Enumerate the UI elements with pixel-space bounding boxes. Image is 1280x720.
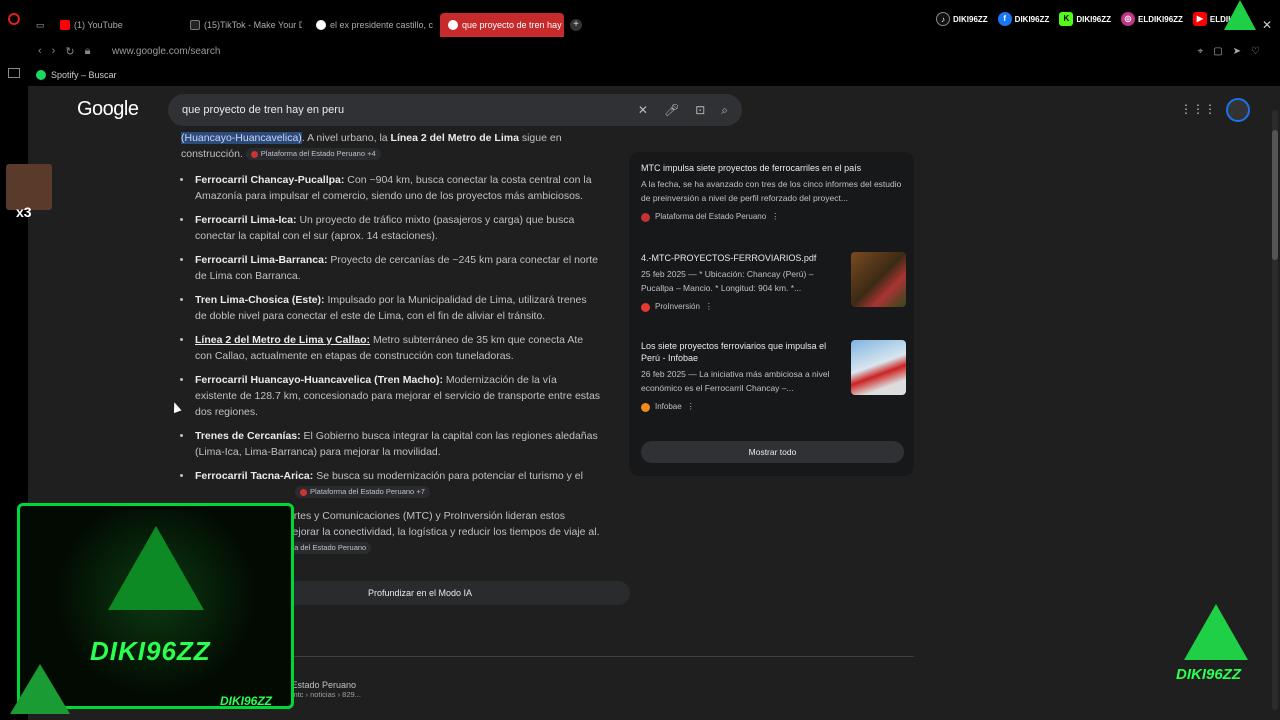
- microphone-icon[interactable]: 🎤︎: [664, 103, 679, 118]
- reload-icon[interactable]: ↻: [65, 45, 74, 58]
- opera-logo-icon[interactable]: [8, 13, 20, 25]
- heart-icon[interactable]: ♡: [1251, 46, 1260, 57]
- list-item: Ferrocarril Huancayo-Huancavelica (Tren …: [193, 372, 601, 420]
- tab-google-castillo[interactable]: el ex presidente castillo, c: [316, 13, 436, 37]
- new-tab-button[interactable]: +: [570, 19, 582, 31]
- list-item: Línea 2 del Metro de Lima y Callao: Metr…: [193, 332, 601, 364]
- avatar[interactable]: [1226, 98, 1250, 122]
- tab-google-tren[interactable]: que proyecto de tren hay: [440, 13, 564, 37]
- tab-youtube[interactable]: (1) YouTube: [60, 13, 180, 37]
- corner-brand-logo: DIKI96ZZ: [1176, 604, 1256, 690]
- source-card[interactable]: Los siete proyectos ferroviarios que imp…: [641, 340, 906, 414]
- eye-triangle-icon: [108, 526, 204, 610]
- emote-overlay: x3: [6, 164, 52, 220]
- bookmark-spotify[interactable]: Spotify – Buscar: [51, 70, 117, 80]
- streamer-name: DIKI96ZZ: [220, 694, 273, 708]
- tiktok-icon: [190, 20, 200, 30]
- brand-logo: DIKI96ZZ: [90, 636, 211, 666]
- social-instagram: ◎ ELDIKI96ZZ: [1121, 12, 1183, 26]
- scrollbar[interactable]: [1272, 110, 1278, 710]
- lens-icon[interactable]: ⊡: [695, 103, 705, 118]
- forward-icon[interactable]: ›: [52, 45, 56, 57]
- source-chip[interactable]: Plataforma del Estado Peruano +7: [295, 486, 430, 499]
- social-kick: K DIKI96ZZ: [1059, 12, 1111, 26]
- scrollbar-thumb[interactable]: [1272, 130, 1278, 260]
- youtube-icon: ▶: [1192, 12, 1207, 26]
- eye-triangle-icon: [1224, 0, 1256, 30]
- social-tiktok: ♪ DIKI96ZZ: [936, 12, 988, 26]
- list-item: Ferrocarril Chancay-Pucallpa: Con ~904 k…: [193, 172, 601, 204]
- search-box[interactable]: que proyecto de tren hay en peru ✕ 🎤︎ ⊡ …: [168, 94, 742, 126]
- kick-icon: K: [1059, 12, 1074, 26]
- peru-shield-icon: [641, 212, 650, 222]
- ai-overview: (Huancayo-Huancavelica). A nivel urbano,…: [181, 130, 601, 556]
- url-field[interactable]: www.google.com/search: [112, 46, 220, 57]
- tiktok-icon: ♪: [936, 12, 950, 26]
- sidebar-workspace-icon[interactable]: [8, 68, 20, 78]
- apps-grid-icon[interactable]: ⋮⋮⋮: [1180, 102, 1216, 116]
- search-actions: ✕ 🎤︎ ⊡ ⌕: [638, 103, 728, 118]
- peru-shield-icon: [250, 150, 258, 158]
- social-facebook: f DIKI96ZZ: [997, 12, 1049, 26]
- list-item: Ferrocarril Lima-Ica: Un proyecto de trá…: [193, 212, 601, 244]
- close-icon[interactable]: ✕: [1262, 18, 1272, 32]
- proinversion-icon: [641, 302, 650, 312]
- eye-triangle-icon: [1184, 604, 1248, 660]
- google-icon: [316, 20, 326, 30]
- google-icon: [448, 20, 458, 30]
- list-item: Tren Lima-Chosica (Este): Impulsado por …: [193, 292, 601, 324]
- tab-history-icon[interactable]: ▭: [36, 13, 45, 37]
- lock-icon: 🔒︎: [84, 44, 91, 57]
- spotify-icon: [36, 70, 46, 80]
- more-options-icon[interactable]: ⋮: [705, 300, 713, 314]
- instagram-icon: ◎: [1121, 12, 1136, 26]
- sources-panel: MTC impulsa siete proyectos de ferrocarr…: [629, 152, 914, 476]
- address-actions: ⌖ ▢ ➤ ♡: [1198, 46, 1260, 57]
- send-icon[interactable]: ➤: [1233, 46, 1241, 57]
- ai-outro: e Transportes y Comunicaciones (MTC) y P…: [247, 510, 600, 555]
- stream-socials: ♪ DIKI96ZZ f DIKI96ZZ K DIKI96ZZ ◎ ELDIKI96Z…: [936, 12, 1236, 26]
- list-item: Ferrocarril Lima-Barranca: Proyecto de c…: [193, 252, 601, 284]
- list-item: Ferrocarril Tacna-Arica: Se busca su mod…: [193, 468, 601, 500]
- show-all-button[interactable]: Mostrar todo: [641, 441, 904, 463]
- source-chip[interactable]: Plataforma del Estado Peruano +4: [245, 148, 381, 161]
- facebook-icon: f: [997, 12, 1012, 26]
- search-icon[interactable]: ⌕: [721, 103, 728, 118]
- more-options-icon[interactable]: ⋮: [771, 210, 779, 224]
- source-card[interactable]: 4.-MTC-PROYECTOS-FERROVIARIOS.pdf 25 feb…: [641, 252, 906, 314]
- source-card[interactable]: MTC impulsa siete proyectos de ferrocarr…: [641, 162, 906, 224]
- search-input[interactable]: que proyecto de tren hay en peru: [182, 104, 344, 116]
- tab-bar: ▭ (1) YouTube (15)TikTok - Make Your Da …: [0, 0, 1280, 38]
- corner-logo-icon: [10, 664, 70, 714]
- address-bar: ‹ › ↻ 🔒︎ www.google.com/search ⌖ ▢ ➤ ♡: [28, 38, 1280, 64]
- train-thumbnail[interactable]: [851, 252, 906, 307]
- project-list: Ferrocarril Chancay-Pucallpa: Con ~904 k…: [193, 172, 601, 500]
- back-icon[interactable]: ‹: [38, 45, 42, 57]
- snapshot-icon[interactable]: ▢: [1213, 46, 1222, 57]
- infobae-icon: [641, 402, 650, 412]
- google-logo[interactable]: Google: [77, 98, 139, 121]
- pin-icon[interactable]: ⌖: [1198, 46, 1204, 57]
- clear-icon[interactable]: ✕: [638, 103, 648, 118]
- more-options-icon[interactable]: ⋮: [687, 400, 695, 414]
- train-thumbnail[interactable]: [851, 340, 906, 395]
- youtube-icon: [60, 20, 70, 30]
- list-item: Trenes de Cercanías: El Gobierno busca i…: [193, 428, 601, 460]
- ai-intro: (Huancayo-Huancavelica). A nivel urbano,…: [181, 132, 562, 161]
- peru-shield-icon: [300, 488, 307, 496]
- bookmarks-bar: Spotify – Buscar: [28, 64, 1280, 86]
- tab-tiktok[interactable]: (15)TikTok - Make Your Da: [190, 13, 302, 37]
